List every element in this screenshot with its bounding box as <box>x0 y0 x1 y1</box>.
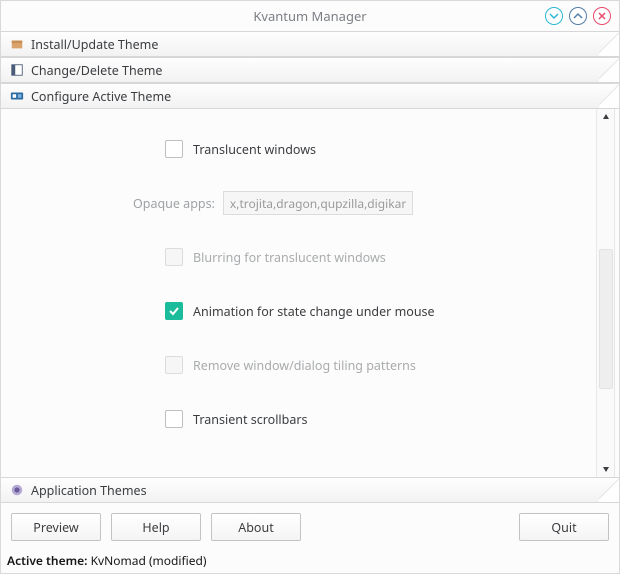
scroll-up-button[interactable] <box>597 109 615 125</box>
about-button[interactable]: About <box>211 513 301 541</box>
remove-tiling-checkbox <box>165 356 183 374</box>
maximize-button[interactable] <box>569 7 587 25</box>
opaque-apps-input[interactable] <box>223 191 413 215</box>
section-label: Application Themes <box>31 482 147 499</box>
options-panel: Translucent windows Opaque apps: Blurrin… <box>5 109 596 477</box>
blurring-label: Blurring for translucent windows <box>193 249 386 266</box>
section-label: Install/Update Theme <box>31 36 158 53</box>
window: Kvantum Manager Install/Update Theme Cha… <box>0 0 620 574</box>
option-transient-scrollbars: Transient scrollbars <box>45 407 588 431</box>
status-prefix: Active theme: <box>7 552 87 569</box>
section-application-themes[interactable]: Application Themes <box>1 477 619 503</box>
titlebar: Kvantum Manager <box>1 1 619 31</box>
quit-button[interactable]: Quit <box>519 513 609 541</box>
accordion: Install/Update Theme Change/Delete Theme… <box>1 31 619 109</box>
option-opaque-apps: Opaque apps: <box>45 191 588 215</box>
window-icon <box>9 62 25 78</box>
close-icon <box>597 11 607 21</box>
translucent-windows-label: Translucent windows <box>193 141 316 158</box>
chevron-down-icon <box>549 11 559 21</box>
accordion-bottom: Application Themes <box>1 477 619 503</box>
application-icon <box>9 482 25 498</box>
section-label: Configure Active Theme <box>31 88 171 105</box>
scroll-thumb[interactable] <box>599 249 613 389</box>
button-bar: Preview Help About Quit <box>1 503 619 549</box>
section-label: Change/Delete Theme <box>31 62 162 79</box>
transient-scrollbars-label: Transient scrollbars <box>193 411 308 428</box>
window-title: Kvantum Manager <box>253 7 366 25</box>
animation-checkbox[interactable] <box>165 302 183 320</box>
option-remove-tiling: Remove window/dialog tiling patterns <box>45 353 588 377</box>
minimize-button[interactable] <box>545 7 563 25</box>
transient-scrollbars-checkbox[interactable] <box>165 410 183 428</box>
option-blurring: Blurring for translucent windows <box>45 245 588 269</box>
opaque-apps-label: Opaque apps: <box>133 195 215 212</box>
section-configure-active[interactable]: Configure Active Theme <box>1 83 619 109</box>
chevron-up-icon <box>573 11 583 21</box>
close-button[interactable] <box>593 7 611 25</box>
help-button[interactable]: Help <box>111 513 201 541</box>
translucent-windows-checkbox[interactable] <box>165 140 183 158</box>
configure-icon <box>9 88 25 104</box>
window-buttons <box>545 7 611 25</box>
triangle-down-icon <box>602 465 610 473</box>
status-bar: Active theme: KvNomad (modified) <box>1 549 619 573</box>
animation-label: Animation for state change under mouse <box>193 303 435 320</box>
option-translucent-windows: Translucent windows <box>45 137 588 161</box>
remove-tiling-label: Remove window/dialog tiling patterns <box>193 357 416 374</box>
preview-button[interactable]: Preview <box>11 513 101 541</box>
triangle-up-icon <box>602 113 610 121</box>
check-icon <box>168 305 180 317</box>
option-animation: Animation for state change under mouse <box>45 299 588 323</box>
blurring-checkbox <box>165 248 183 266</box>
package-icon <box>9 36 25 52</box>
configure-content: Translucent windows Opaque apps: Blurrin… <box>5 109 615 477</box>
section-change-delete[interactable]: Change/Delete Theme <box>1 57 619 83</box>
vertical-scrollbar[interactable] <box>596 109 614 477</box>
scroll-down-button[interactable] <box>597 461 615 477</box>
status-theme: KvNomad (modified) <box>91 552 207 569</box>
section-install-update[interactable]: Install/Update Theme <box>1 31 619 57</box>
